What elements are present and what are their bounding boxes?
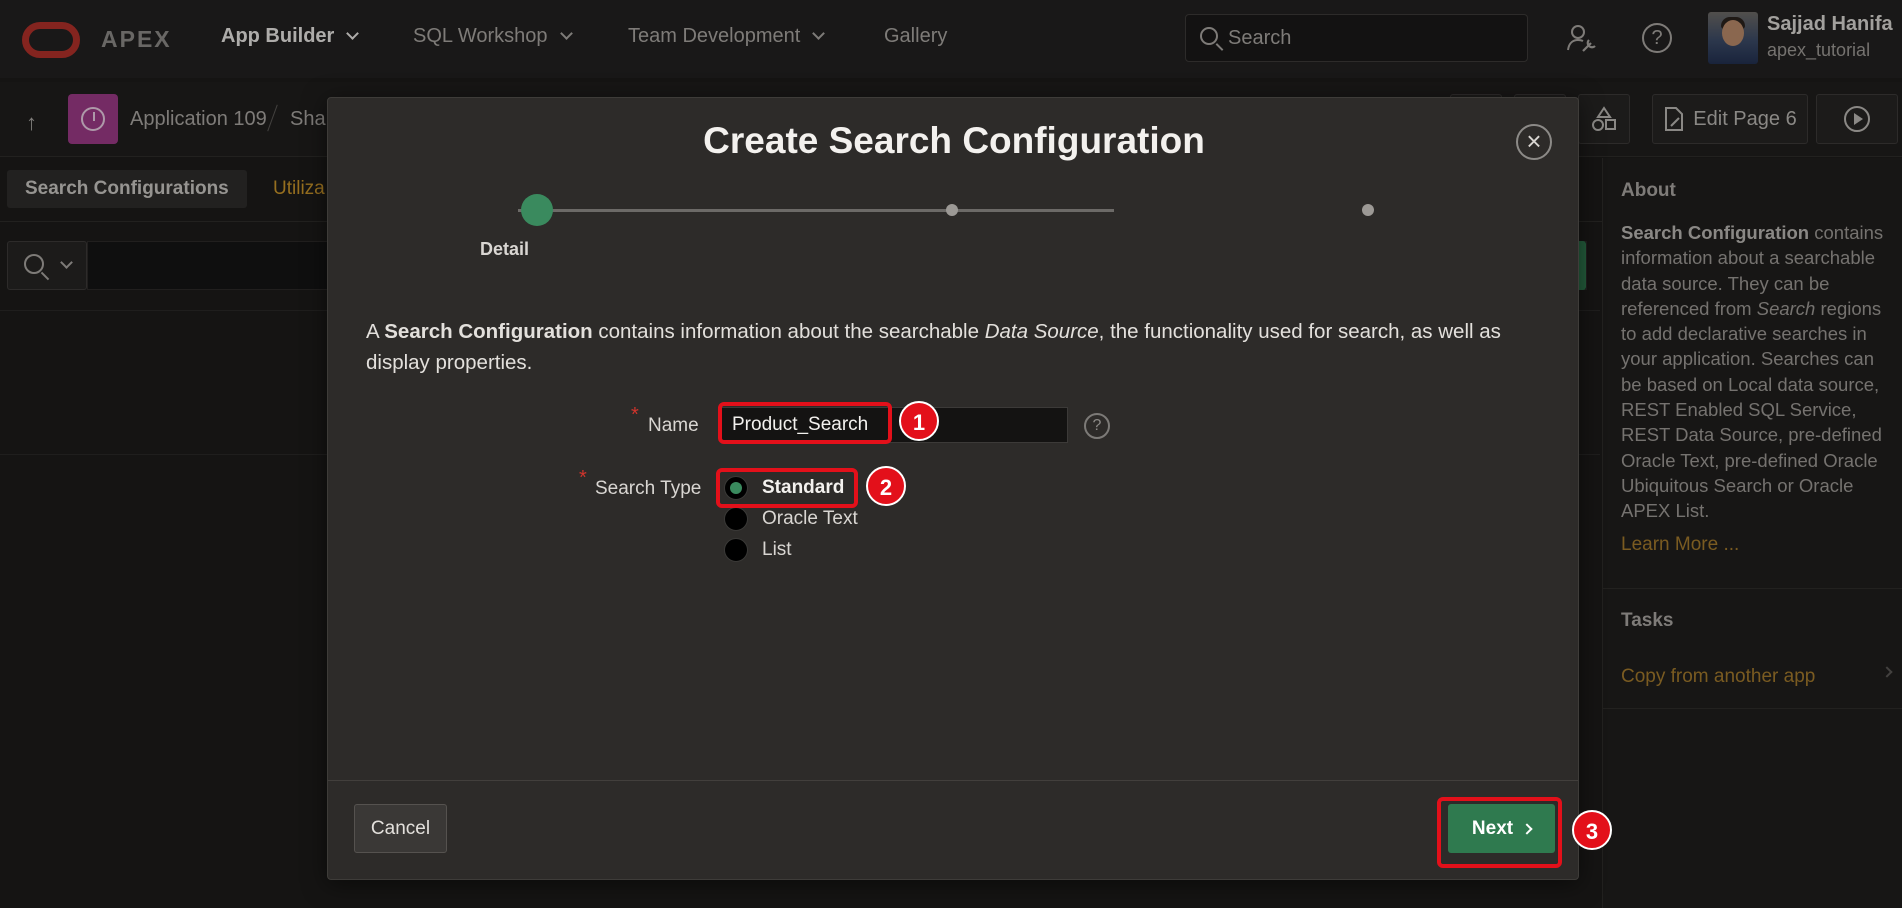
annotation-badge-2: 2	[866, 466, 906, 506]
radio-label-list: List	[762, 539, 792, 560]
radio-option-oracle-text[interactable]: Oracle Text	[724, 505, 858, 533]
dialog-title: Create Search Configuration	[703, 120, 1205, 161]
intro-part-c: contains information about the searchabl…	[592, 320, 985, 343]
annotation-highlight-search-type	[716, 468, 858, 508]
cancel-button[interactable]: Cancel	[354, 804, 447, 853]
dialog-intro: A Search Configuration contains informat…	[366, 316, 1556, 378]
close-icon[interactable]: ×	[1516, 124, 1552, 160]
wizard-step	[946, 204, 958, 216]
radio-button[interactable]	[724, 538, 748, 562]
create-search-configuration-dialog: Create Search Configuration × Detail A S…	[327, 97, 1579, 880]
dialog-footer-divider	[328, 780, 1578, 781]
required-marker: *	[579, 467, 587, 489]
search-type-label: Search Type	[595, 478, 702, 499]
intro-italic: Data Source	[984, 320, 1099, 343]
name-label: Name	[648, 415, 699, 436]
annotation-badge-3: 3	[1572, 810, 1612, 850]
annotation-highlight-next	[1437, 797, 1562, 868]
wizard-progress-line	[518, 209, 1114, 212]
wizard-step-label: Detail	[480, 239, 530, 259]
wizard-step	[1362, 204, 1374, 216]
annotation-highlight-name	[718, 402, 892, 444]
radio-option-list[interactable]: List	[724, 536, 792, 564]
radio-button[interactable]	[724, 507, 748, 531]
intro-bold: Search Configuration	[384, 320, 593, 343]
annotation-badge-1: 1	[899, 401, 939, 441]
wizard-step-detail	[521, 194, 553, 226]
help-icon[interactable]: ?	[1084, 413, 1110, 439]
required-marker: *	[631, 404, 639, 426]
radio-label-oracle-text: Oracle Text	[762, 508, 858, 529]
intro-part-a: A	[366, 320, 385, 343]
